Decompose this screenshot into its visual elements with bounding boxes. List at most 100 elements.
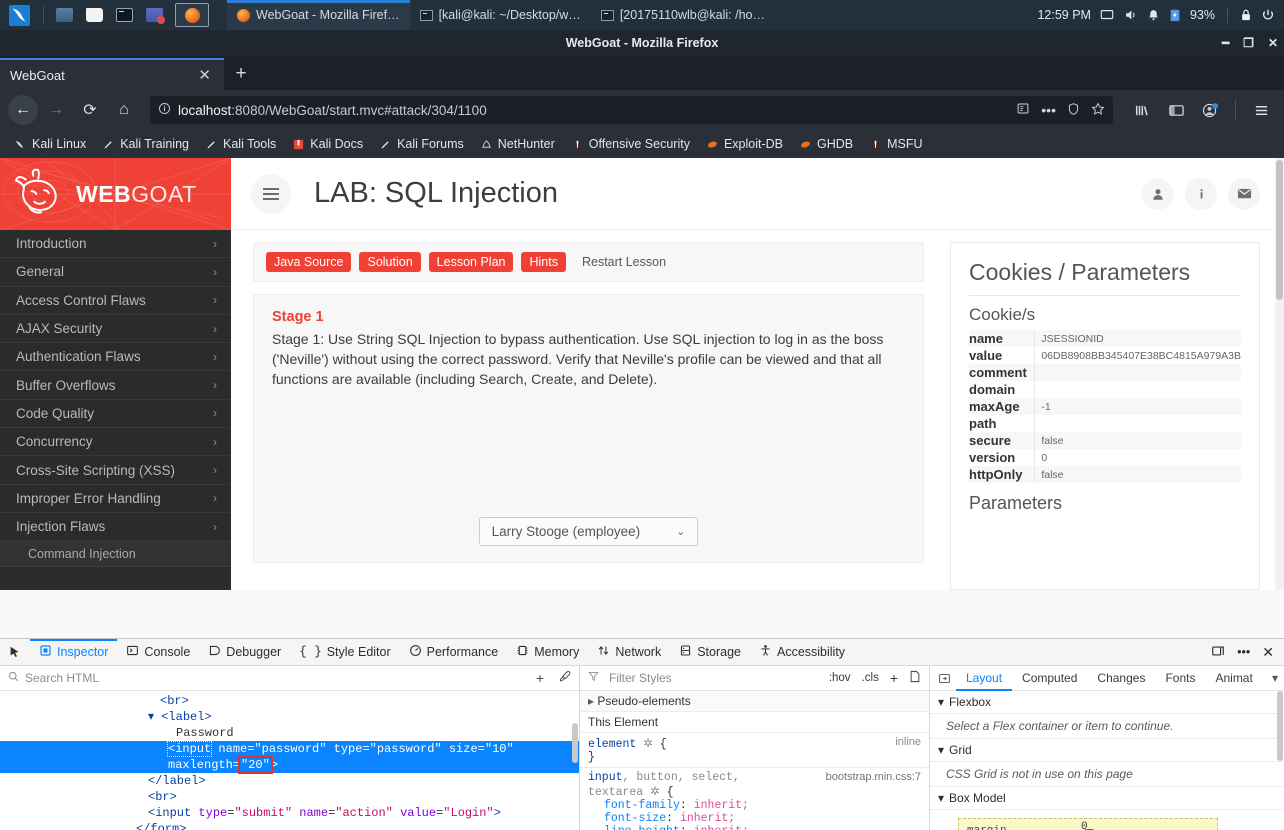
twisty-icon[interactable]: ▸ xyxy=(588,694,594,708)
menu-item-code-quality[interactable]: Code Quality › xyxy=(0,400,231,429)
twisty-icon[interactable]: ▾ xyxy=(938,695,944,709)
tab-storage[interactable]: Storage xyxy=(670,639,750,666)
tab-fonts[interactable]: Fonts xyxy=(1155,666,1205,691)
gear-icon[interactable]: ✲ xyxy=(650,784,660,799)
section-flexbox[interactable]: ▾ Flexbox xyxy=(930,691,1284,714)
account-icon[interactable] xyxy=(1195,95,1225,125)
bookmark-offensive-security[interactable]: Offensive Security xyxy=(563,134,698,154)
close-icon[interactable]: ✕ xyxy=(195,66,214,84)
tab-debugger[interactable]: Debugger xyxy=(199,639,290,666)
menu-item-injection-flaws[interactable]: Injection Flaws › xyxy=(0,513,231,542)
shield-icon[interactable] xyxy=(1067,102,1080,119)
pseudo-elements-row[interactable]: ▸ Pseudo-elements xyxy=(580,691,929,712)
tab-accessibility[interactable]: Accessibility xyxy=(750,639,854,666)
expand-pane-icon[interactable] xyxy=(932,672,956,685)
maximize-button[interactable]: ❐ xyxy=(1243,36,1254,50)
tab-computed[interactable]: Computed xyxy=(1012,666,1087,691)
bookmark-kali-tools[interactable]: Kali Tools xyxy=(197,134,284,154)
restart-lesson-button[interactable]: Restart Lesson xyxy=(574,252,674,272)
tab-inspector[interactable]: Inspector xyxy=(30,639,117,666)
kali-menu-icon[interactable] xyxy=(0,4,38,26)
sidebar-icon[interactable] xyxy=(1161,95,1191,125)
tab-memory[interactable]: Memory xyxy=(507,639,588,666)
bell-icon[interactable] xyxy=(1147,8,1160,22)
star-icon[interactable] xyxy=(1091,101,1105,119)
tab-console[interactable]: Console xyxy=(117,639,199,666)
close-icon[interactable]: ✕ xyxy=(1262,644,1274,661)
info-icon[interactable] xyxy=(1185,177,1217,210)
cls-toggle[interactable]: .cls xyxy=(862,672,879,684)
file-manager-icon[interactable] xyxy=(81,4,107,26)
markup-line-selected-cont[interactable]: maxlength="20"> xyxy=(0,756,579,774)
user-icon[interactable] xyxy=(1142,177,1174,210)
java-source-button[interactable]: Java Source xyxy=(266,252,352,272)
dock-toggle-icon[interactable] xyxy=(1211,644,1225,661)
info-circle-icon[interactable] xyxy=(158,102,171,118)
tab-network[interactable]: Network xyxy=(588,639,670,666)
rule-source[interactable]: bootstrap.min.css:7 xyxy=(826,771,921,783)
close-button[interactable]: ✕ xyxy=(1268,36,1278,50)
element-picker-icon[interactable] xyxy=(0,639,30,666)
hov-toggle[interactable]: :hov xyxy=(829,672,851,684)
menu-item-access-control-flaws[interactable]: Access Control Flaws › xyxy=(0,287,231,315)
tab-changes[interactable]: Changes xyxy=(1087,666,1155,691)
ellipsis-icon[interactable]: ••• xyxy=(1237,645,1250,659)
rule-source[interactable]: inline xyxy=(895,736,921,748)
bookmark-kali-training[interactable]: Kali Training xyxy=(94,134,197,154)
menu-item-ajax-security[interactable]: AJAX Security › xyxy=(0,315,231,344)
filter-styles-input[interactable]: Filter Styles xyxy=(609,671,672,685)
sidebar-toggle-icon[interactable] xyxy=(251,173,291,214)
menu-item-introduction[interactable]: Introduction › xyxy=(0,230,231,259)
print-styles-icon[interactable] xyxy=(909,670,921,686)
reload-button[interactable]: ⟳ xyxy=(74,95,106,125)
markup-line[interactable]: ▾ <label> xyxy=(0,709,579,725)
taskbar-window-webgoat[interactable]: WebGoat - Mozilla Firef… xyxy=(227,0,410,30)
hamburger-menu-icon[interactable] xyxy=(1246,95,1276,125)
employee-select[interactable]: Larry Stooge (employee) ⌄ xyxy=(478,517,699,546)
add-node-icon[interactable]: + xyxy=(536,670,544,686)
search-input[interactable]: Search HTML xyxy=(25,671,99,685)
taskbar-window-terminal-1[interactable]: [kali@kali: ~/Desktop/w… xyxy=(410,0,591,30)
solution-button[interactable]: Solution xyxy=(359,252,421,272)
display-icon[interactable] xyxy=(1100,8,1114,22)
rule-block-element[interactable]: element ✲ { inline } xyxy=(580,733,929,768)
bookmark-msfu[interactable]: MSFU xyxy=(861,134,930,154)
markup-tree[interactable]: <br> ▾ <label> Password <input name="pas… xyxy=(0,691,579,830)
reader-view-icon[interactable] xyxy=(1016,102,1030,118)
firefox-launcher-icon[interactable] xyxy=(175,3,209,27)
markup-scrollbar[interactable] xyxy=(572,723,578,763)
home-button[interactable]: ⌂ xyxy=(108,95,140,125)
clock[interactable]: 12:59 PM xyxy=(1037,8,1091,22)
layout-scrollbar[interactable] xyxy=(1277,691,1283,761)
library-icon[interactable] xyxy=(1127,95,1157,125)
bookmark-kali-linux[interactable]: Kali Linux xyxy=(6,134,94,154)
markup-line[interactable]: </label> xyxy=(0,773,579,789)
menu-item-cross-site-scripting[interactable]: Cross-Site Scripting (XSS) › xyxy=(0,456,231,485)
markup-line[interactable]: <input type="submit" name="action" value… xyxy=(0,805,579,821)
markup-line[interactable]: Password xyxy=(0,725,579,741)
tab-style-editor[interactable]: { } Style Editor xyxy=(290,639,399,666)
lock-icon[interactable] xyxy=(1240,8,1252,22)
taskbar-window-terminal-2[interactable]: [20175110wlb@kali: /ho… xyxy=(591,0,775,30)
section-grid[interactable]: ▾ Grid xyxy=(930,739,1284,762)
forward-button[interactable]: → xyxy=(40,95,72,125)
tab-layout[interactable]: Layout xyxy=(956,666,1012,691)
menu-item-general[interactable]: General › xyxy=(0,258,231,287)
ellipsis-icon[interactable]: ••• xyxy=(1041,102,1056,118)
mail-icon[interactable] xyxy=(1228,177,1260,210)
gear-icon[interactable]: ✲ xyxy=(643,736,653,751)
webgoat-logo[interactable]: WEBGOAT xyxy=(0,158,231,230)
twisty-icon[interactable]: ▾ xyxy=(938,743,944,757)
logout-icon[interactable] xyxy=(1261,8,1275,22)
more-tabs-icon[interactable]: ▾ xyxy=(1272,671,1284,685)
submenu-item-command-injection[interactable]: Command Injection xyxy=(0,541,231,568)
markup-line[interactable]: <br> xyxy=(0,693,579,709)
bookmark-kali-docs[interactable]: Kali Docs xyxy=(284,134,371,154)
terminal-red-icon[interactable] xyxy=(141,4,167,26)
bookmark-exploit-db[interactable]: Exploit-DB xyxy=(698,134,791,154)
tab-performance[interactable]: Performance xyxy=(400,639,508,666)
eyedropper-icon[interactable] xyxy=(558,670,571,686)
menu-item-improper-error-handling[interactable]: Improper Error Handling › xyxy=(0,485,231,513)
markup-line[interactable]: </form> xyxy=(0,821,579,830)
menu-item-concurrency[interactable]: Concurrency › xyxy=(0,428,231,457)
